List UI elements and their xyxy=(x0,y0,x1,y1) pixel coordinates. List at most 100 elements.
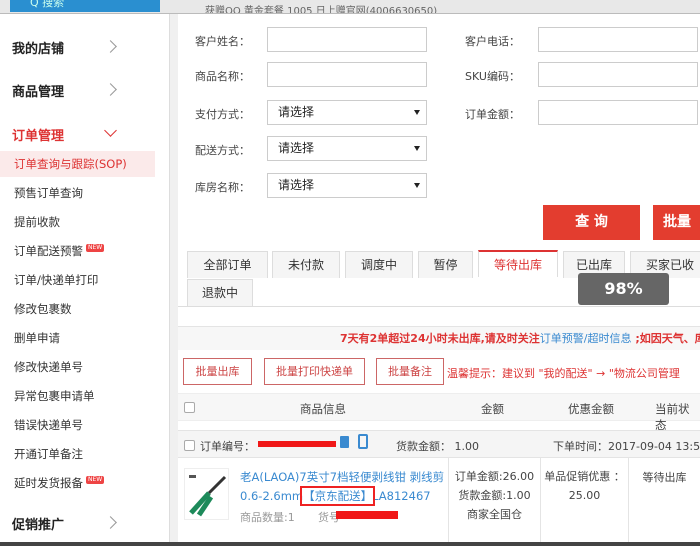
customer-name-input[interactable] xyxy=(267,27,427,52)
wire-stripper-image xyxy=(189,475,227,517)
label: 修改包裹数 xyxy=(14,302,72,316)
sku-input[interactable] xyxy=(538,62,698,87)
label: 订单/快递单打印 xyxy=(14,273,99,287)
dropdown-arrow-icon xyxy=(414,110,420,115)
chevron-right-icon xyxy=(104,516,117,529)
label: 提前收款 xyxy=(14,215,60,229)
redacted-item-no xyxy=(336,511,398,519)
sidebar-item-presale[interactable]: 预售订单查询 xyxy=(0,180,155,206)
query-button[interactable]: 查 询 xyxy=(543,205,640,240)
dropdown-arrow-icon xyxy=(414,183,420,188)
value: 2017-09-04 13:51 xyxy=(608,440,700,453)
order-number-label: 订单编号： xyxy=(200,440,255,453)
table-row: 老A(LAOA)7英寸7档轻便剥线钳 剥线剪 0.6-2.6mm【京东配送】LA… xyxy=(178,458,700,543)
order-amount-label: 订单金额： xyxy=(465,108,520,121)
order-header-row: 订单编号： 货款金额： 1.00 下单时间：2017-09-04 13:51 xyxy=(178,430,700,458)
sidebar-item-wrong-tracking[interactable]: 错误快递单号 xyxy=(0,412,155,438)
sku: LA812467 xyxy=(372,489,431,503)
redacted-order-number xyxy=(258,441,336,447)
tab-awaiting-shipment[interactable]: 等待出库 xyxy=(478,250,558,277)
alert-link[interactable]: 订单预警/超时信息 xyxy=(540,332,632,345)
select-all-checkbox[interactable] xyxy=(184,402,195,413)
new-badge: NEW xyxy=(86,244,105,252)
customer-phone-input[interactable] xyxy=(538,27,698,52)
sidebar-section-products[interactable]: 商品管理 xyxy=(12,81,64,100)
label: 修改快递单号 xyxy=(14,360,83,374)
warehouse: 商家全国仓 xyxy=(467,508,522,521)
sidebar-section-orders[interactable]: 订单管理 xyxy=(12,125,64,144)
chevron-right-icon xyxy=(104,40,117,53)
order-amount-input[interactable] xyxy=(538,100,698,125)
promo-label: 单品促销优惠 ： xyxy=(544,470,625,483)
customer-name-label: 客户姓名： xyxy=(195,35,250,48)
delivery-select[interactable]: 请选择 xyxy=(267,136,427,161)
label: 订单配送预警 xyxy=(14,244,83,258)
status: 等待出库 xyxy=(642,471,687,484)
product-name-input[interactable] xyxy=(267,62,427,87)
customer-phone-label: 客户电话： xyxy=(465,35,520,48)
divider xyxy=(170,14,178,546)
selected-value: 请选择 xyxy=(278,178,315,192)
alert-text: 7天有2单超过24小时未出库,请及时关注 xyxy=(340,332,540,345)
order-checkbox[interactable] xyxy=(184,440,195,451)
sidebar-item-edit-tracking[interactable]: 修改快递单号 xyxy=(0,354,155,380)
order-time: 下单时间：2017-09-04 13:51 xyxy=(553,438,700,454)
sidebar-item-delete-request[interactable]: 删单申请 xyxy=(0,325,155,351)
tab-refunding[interactable]: 退款中 xyxy=(187,279,253,306)
promo-value: 25.00 xyxy=(568,489,601,502)
header-amount: 金额 xyxy=(481,402,504,416)
tab-all-orders[interactable]: 全部订单 xyxy=(187,251,268,278)
batch-button[interactable]: 批量 xyxy=(653,205,700,240)
batch-print-button[interactable]: 批量打印快递单 xyxy=(264,358,365,385)
alert-bar: 7天有2单超过24小时未出库,请及时关注订单预警/超时信息 ;如因天气、库房 xyxy=(178,326,700,350)
sidebar-item-package-count[interactable]: 修改包裹数 xyxy=(0,296,155,322)
sidebar-item-order-query[interactable]: 订单查询与跟踪(SOP) xyxy=(0,151,155,177)
label: 下单时间： xyxy=(553,440,608,453)
payment-amount-label: 货款金额： 1.00 xyxy=(396,438,479,454)
promo-banner: 获赠QQ 黄金套餐 1005 日上赠官网(4006630650) xyxy=(205,6,438,14)
warehouse-label: 库房名称： xyxy=(195,181,250,194)
mobile-icon xyxy=(358,434,368,449)
label: 开通订单备注 xyxy=(14,447,83,461)
tab-unpaid[interactable]: 未付款 xyxy=(272,251,340,278)
label: 货款金额： xyxy=(396,440,451,453)
label: 延时发货报备 xyxy=(14,476,83,490)
sidebar-item-print[interactable]: 订单/快递单打印 xyxy=(0,267,155,293)
header-discount: 优惠金额 xyxy=(568,402,614,416)
product-title-link[interactable]: 老A(LAOA)7英寸7档轻便剥线钳 剥线剪 0.6-2.6mm【京东配送】LA… xyxy=(240,468,445,506)
bottom-edge xyxy=(0,542,700,546)
sidebar-section-shop[interactable]: 我的店铺 xyxy=(12,38,64,57)
header-status: 当前状态 xyxy=(655,402,690,432)
product-name-label: 商品名称： xyxy=(195,70,250,83)
status-cell: 等待出库 xyxy=(628,458,700,543)
browser-top-strip: Q 搜索 获赠QQ 黄金套餐 1005 日上赠官网(4006630650) xyxy=(0,0,700,14)
batch-note-button[interactable]: 批量备注 xyxy=(376,358,444,385)
value: 1.00 xyxy=(454,440,480,453)
payment-amount: 货款金额:1.00 xyxy=(458,489,531,502)
sidebar-item-abnormal-package[interactable]: 异常包裹申请单 xyxy=(0,383,155,409)
label: 删单申请 xyxy=(14,331,60,345)
chevron-down-icon xyxy=(104,124,117,137)
dropdown-arrow-icon xyxy=(414,146,420,151)
table-header: 商品信息 金额 优惠金额 当前状态 xyxy=(178,393,700,432)
order-amount: 订单金额:26.00 xyxy=(454,470,535,483)
sidebar-item-advance[interactable]: 提前收款 xyxy=(0,209,155,235)
product-thumbnail[interactable] xyxy=(184,468,229,520)
sidebar-item-order-note[interactable]: 开通订单备注 xyxy=(0,441,155,467)
discount-cell: 单品促销优惠 ： 25.00 xyxy=(540,458,628,543)
delivery-label: 配送方式： xyxy=(195,144,250,157)
divider xyxy=(178,306,700,307)
quantity: 商品数量:1 xyxy=(240,511,295,524)
copy-icon[interactable] xyxy=(340,436,349,448)
warehouse-select[interactable]: 请选择 xyxy=(267,173,427,198)
sidebar-item-delivery-warning[interactable]: 订单配送预警 NEW xyxy=(0,238,155,264)
tab-paused[interactable]: 暂停 xyxy=(418,251,473,278)
payment-select[interactable]: 请选择 xyxy=(267,100,427,125)
selected-value: 请选择 xyxy=(278,105,315,119)
batch-ship-button[interactable]: 批量出库 xyxy=(183,358,252,385)
sidebar-item-delay-report[interactable]: 延时发货报备 NEW xyxy=(0,470,155,496)
tab-scheduling[interactable]: 调度中 xyxy=(345,251,413,278)
sidebar-section-promotion[interactable]: 促销推广 xyxy=(12,514,64,533)
search-box[interactable]: Q 搜索 xyxy=(10,0,160,12)
tip-text: 温馨提示：建议到 "我的配送" → "物流公司管理 xyxy=(447,367,680,380)
